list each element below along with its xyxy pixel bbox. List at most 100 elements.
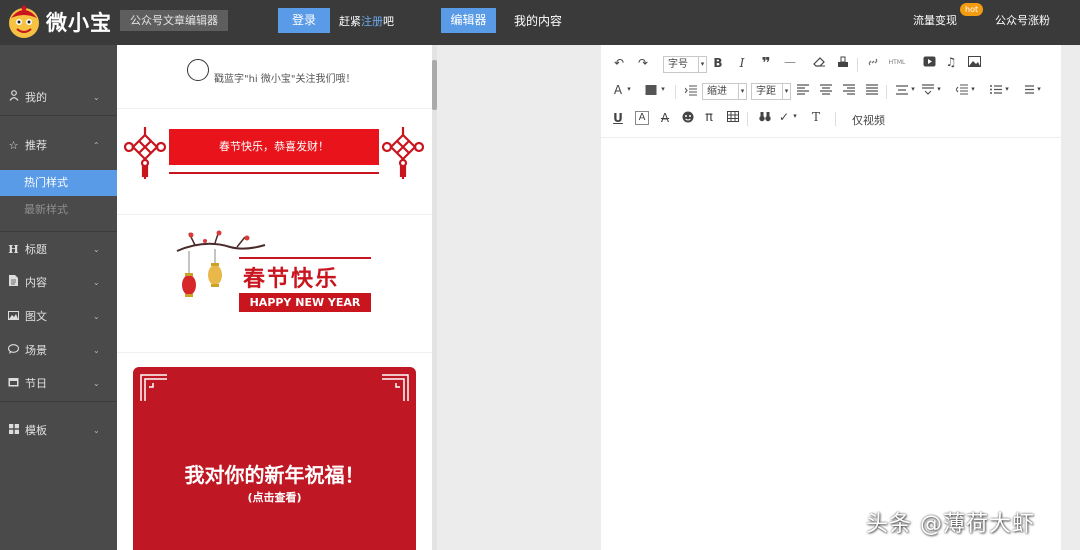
sidebar-item-image-text[interactable]: 图文 ⌄ [0,300,117,333]
greeting-card-subtitle: (点击查看) [247,491,302,504]
sidebar-item-heading[interactable]: H 标题 ⌄ [0,233,117,266]
style-card-spring-banner[interactable]: 春节快乐，恭喜发财！ [117,119,432,215]
letter-spacing-select[interactable]: 字距 ▾ [751,83,791,100]
sidebar-item-recommend[interactable]: ☆ 推荐 ⌃ [0,129,117,162]
divider [0,115,117,116]
dropdown-arrow-icon[interactable]: ▾ [659,85,667,93]
paragraph-spacing-icon[interactable] [921,84,935,98]
sidebar-item-label: 内容 [25,276,47,289]
style-card-happy-new-year[interactable]: 春节快乐 HAPPY NEW YEAR [117,217,432,353]
dropdown-arrow-icon[interactable]: ▾ [935,85,943,93]
editor-subtitle: 公众号文章编辑器 [120,10,228,31]
login-button[interactable]: 登录 [278,8,330,33]
chinese-knot-icon [381,127,425,179]
text-style-button[interactable]: T [809,110,823,124]
emoji-icon[interactable] [680,111,696,126]
font-size-select[interactable]: 字号 ▾ [663,56,707,73]
italic-button[interactable]: I [735,56,749,70]
register-link[interactable]: 注册 [361,15,383,28]
brand-name: 微小宝 [46,11,112,35]
traffic-monetize-link[interactable]: 流量变现 [913,12,957,28]
dropdown-arrow-icon[interactable]: ▾ [1035,85,1043,93]
dropdown-arrow-icon[interactable]: ▾ [909,85,917,93]
sidebar-item-label: 我的 [25,91,47,104]
strikethrough-icon[interactable]: A [658,111,672,125]
picture-icon[interactable] [966,56,982,70]
text-border-icon[interactable]: A [635,111,649,125]
table-icon[interactable] [725,111,741,125]
circle-icon [187,59,209,81]
background-color-icon[interactable] [643,84,659,99]
align-center-icon[interactable] [819,84,833,98]
sidebar-item-label: 图文 [25,310,47,323]
align-right-icon[interactable] [842,84,856,98]
chevron-down-icon: ⌄ [93,379,100,388]
dropdown-arrow-icon[interactable]: ▾ [969,85,977,93]
format-painter-icon[interactable] [835,56,851,71]
search-binoculars-icon[interactable] [757,111,773,125]
indent-icon[interactable] [683,84,699,99]
divider [0,401,117,402]
eraser-icon[interactable] [811,56,827,70]
sidebar-item-label: 模板 [25,424,47,437]
undo-icon[interactable]: ↶ [611,56,627,70]
dropdown-arrow-icon[interactable]: ▾ [791,112,799,120]
editor-content-area[interactable] [601,140,1061,550]
register-prompt: 赶紧注册吧 [339,13,394,29]
indent-select[interactable]: 缩进 ▾ [702,83,747,100]
sidebar-item-scene[interactable]: 场景 ⌄ [0,334,117,367]
scrollbar-thumb[interactable] [432,60,437,110]
ordered-list-icon[interactable] [989,84,1003,98]
music-icon[interactable]: ♫ [943,55,959,69]
font-color-icon[interactable]: A [611,83,625,97]
checkmark-icon[interactable]: ✓ [777,110,791,124]
video-icon[interactable] [921,56,937,70]
link-icon[interactable] [865,56,881,71]
horizontal-rule-button[interactable]: — [783,55,797,69]
style-panel-scrollbar[interactable] [432,45,437,550]
mascot-logo-icon[interactable] [6,4,42,40]
sidebar-sub-new-styles[interactable]: 最新样式 [0,197,117,223]
align-left-icon[interactable] [796,84,810,98]
chevron-down-icon: ⌄ [93,93,100,102]
sidebar-item-festival[interactable]: 节日 ⌄ [0,367,117,400]
rich-text-editor: ↶ ↷ 字号 ▾ B I ❞ — HTML ♫ A ▾ ▾ 缩进 ▾ 字距 ▾ … [601,45,1061,550]
toolbar-separator [747,112,748,126]
toolbar-separator [886,85,887,99]
heading-icon: H [8,243,19,256]
dropdown-arrow-icon[interactable]: ▾ [1003,85,1011,93]
sidebar-sub-hot-styles[interactable]: 热门样式 [0,170,117,196]
dropdown-arrow-icon: ▾ [782,84,790,99]
gain-followers-link[interactable]: 公众号涨粉 [995,12,1050,28]
sidebar-item-label: 推荐 [25,139,47,152]
register-prefix: 赶紧 [339,15,361,28]
calendar-icon [7,367,20,400]
sidebar-item-content[interactable]: 内容 ⌄ [0,266,117,299]
tab-editor[interactable]: 编辑器 [441,8,496,33]
register-suffix: 吧 [383,15,394,28]
dropdown-arrow-icon: ▾ [738,84,746,99]
redo-icon[interactable]: ↷ [635,56,651,70]
star-icon: ☆ [8,139,19,152]
html-button[interactable]: HTML [886,59,908,66]
style-template-panel: 戳蓝字"hi 微小宝"关注我们哦！ 春节快乐，恭喜发财！ 春节快乐 HAPPY … [117,45,437,550]
align-justify-icon[interactable] [865,84,879,98]
editor-toolbar: ↶ ↷ 字号 ▾ B I ❞ — HTML ♫ A ▾ ▾ 缩进 ▾ 字距 ▾ … [601,45,1061,138]
outdent-icon[interactable] [955,84,969,98]
sidebar-item-templates[interactable]: 模板 ⌄ [0,414,117,447]
title-line [239,257,371,259]
underline-button[interactable]: U [611,111,625,125]
quote-button[interactable]: ❞ [759,54,773,72]
line-height-icon[interactable] [895,84,909,98]
dropdown-arrow-icon[interactable]: ▾ [625,85,633,93]
unordered-list-icon[interactable] [1021,84,1035,98]
style-card-follow[interactable]: 戳蓝字"hi 微小宝"关注我们哦！ [117,45,432,109]
style-card-greeting[interactable]: 我对你的新年祝福！ (点击查看) [117,357,432,550]
video-only-button[interactable]: 仅视频 [852,112,885,128]
formula-button[interactable]: π [702,110,716,125]
watermark-text: 头条 @薄荷大虾 [866,512,1035,537]
tab-my-content[interactable]: 我的内容 [514,12,562,29]
sidebar-item-mine[interactable]: 我的 ⌄ [0,81,117,114]
bold-button[interactable]: B [711,56,725,70]
indent-label: 缩进 [707,86,727,97]
